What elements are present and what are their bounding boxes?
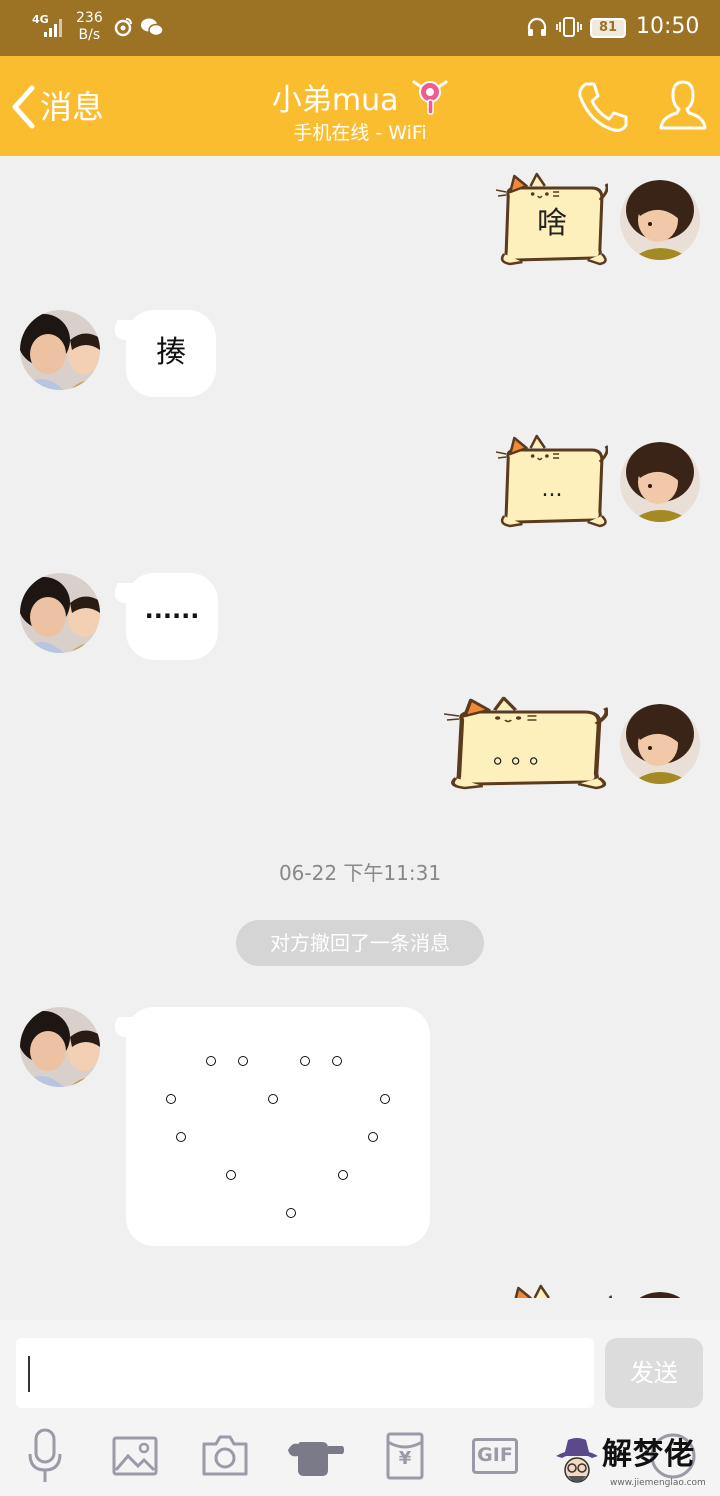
- partial-message: [0, 1280, 720, 1298]
- red-packet-icon[interactable]: ¥: [386, 1426, 424, 1486]
- cat-sticker-icon: [500, 1282, 612, 1298]
- network-speed: 236 B/s: [76, 10, 103, 44]
- profile-icon[interactable]: [658, 78, 708, 134]
- speed-unit: B/s: [78, 27, 101, 43]
- contact-avatar[interactable]: [20, 573, 100, 653]
- vibrate-icon: [556, 17, 582, 37]
- contact-avatar[interactable]: [20, 1007, 100, 1087]
- chat-header: 消息 小弟mua 手机在线 - WiFi: [0, 56, 720, 156]
- detective-logo-icon: [556, 1438, 598, 1483]
- sticker-text: 啥: [537, 206, 567, 241]
- weibo-icon: [114, 18, 132, 37]
- image-icon[interactable]: [112, 1426, 158, 1486]
- headphone-icon: [527, 17, 547, 36]
- vip-badge-icon: [412, 80, 448, 115]
- sticker-text: 。。。: [493, 741, 559, 769]
- wechat-icon: [141, 18, 164, 37]
- contact-name: 小弟mua: [271, 83, 399, 118]
- heart-dots-message[interactable]: [126, 1007, 430, 1246]
- send-button[interactable]: 发送: [605, 1338, 703, 1408]
- sticker-text: ...: [541, 477, 563, 502]
- signal-icon: [44, 19, 62, 37]
- phone-call-icon[interactable]: [576, 80, 628, 134]
- gif-label: GIF: [477, 1444, 513, 1466]
- speed-value: 236: [76, 10, 103, 26]
- camera-icon[interactable]: [200, 1426, 250, 1486]
- message-bubble[interactable]: ......: [126, 573, 218, 660]
- watermark: 解梦佬 www.jiemenglao.com: [554, 1434, 720, 1496]
- watermark-url: www.jiemenglao.com: [610, 1478, 706, 1488]
- voice-icon[interactable]: [24, 1426, 66, 1486]
- message-text: 揍: [156, 335, 186, 370]
- my-avatar: [620, 1292, 700, 1298]
- recall-notice: 对方撤回了一条消息: [236, 920, 484, 966]
- battery-icon: 81: [590, 18, 626, 38]
- message-text: ......: [144, 596, 200, 624]
- message-bubble[interactable]: 揍: [126, 310, 216, 397]
- status-bar: 4G 236 B/s 81 10:50: [0, 0, 720, 56]
- sticker-message[interactable]: 。。。: [444, 694, 608, 794]
- timestamp: 06-22 下午11:31: [278, 861, 442, 885]
- watermark-text: 解梦佬: [602, 1437, 695, 1472]
- sticker-message[interactable]: 啥: [496, 170, 608, 270]
- message-input[interactable]: [16, 1338, 594, 1408]
- my-avatar[interactable]: [620, 180, 700, 260]
- sticker-message[interactable]: ...: [496, 432, 608, 532]
- red-packet-label: ¥: [398, 1448, 412, 1469]
- gif-icon[interactable]: GIF: [472, 1426, 518, 1486]
- contact-avatar[interactable]: [20, 310, 100, 390]
- poke-icon[interactable]: [286, 1426, 346, 1486]
- my-avatar[interactable]: [620, 704, 700, 784]
- clock: 10:50: [636, 14, 700, 39]
- text-caret: [28, 1356, 30, 1392]
- my-avatar[interactable]: [620, 442, 700, 522]
